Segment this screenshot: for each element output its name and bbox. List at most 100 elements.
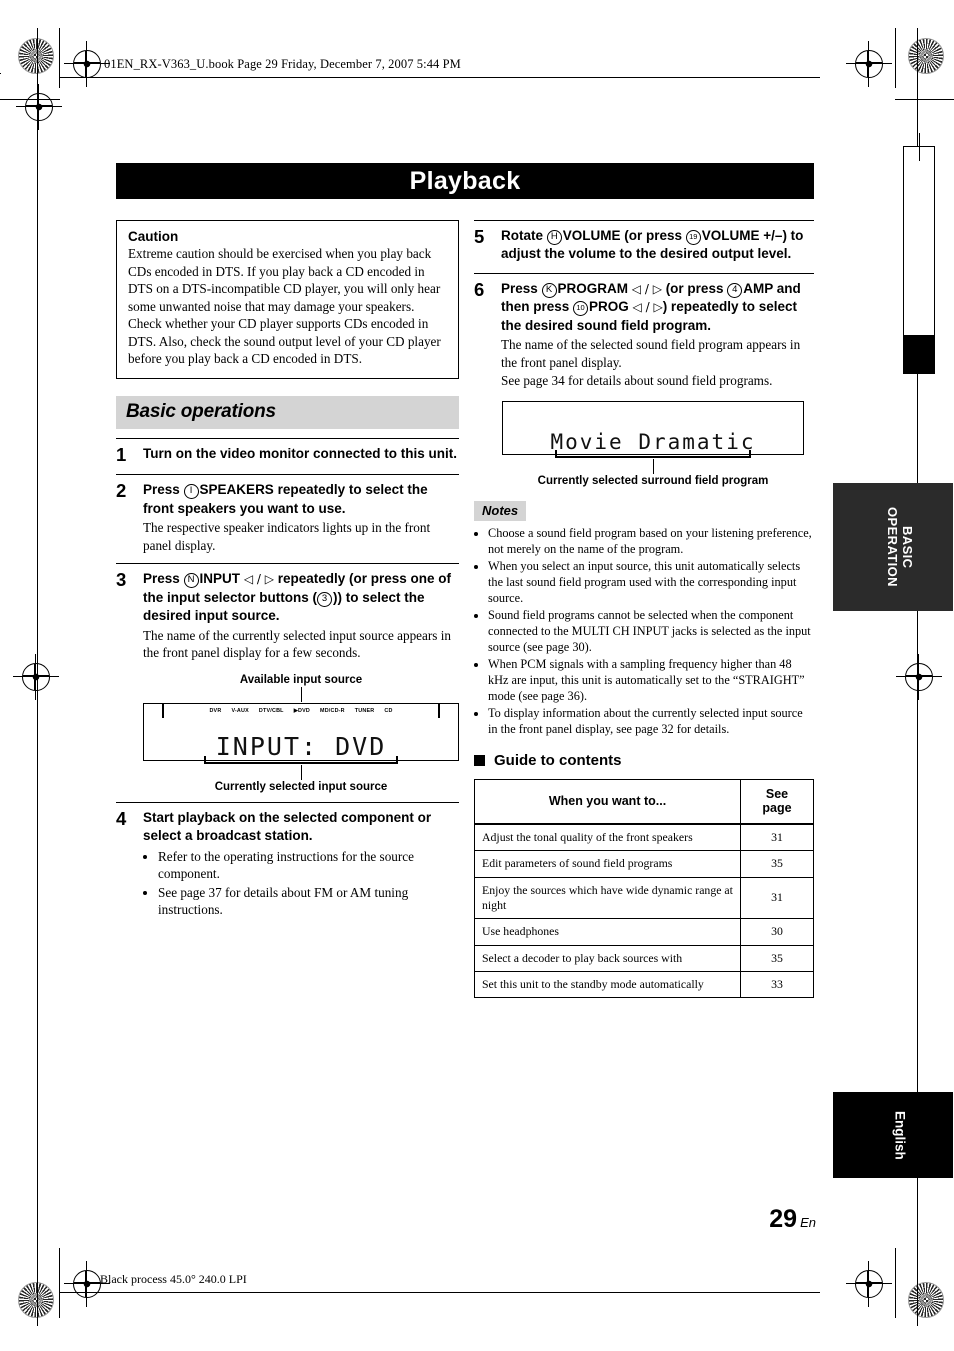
guide-heading-label: Guide to contents: [494, 751, 622, 769]
step-5: 5 Rotate H VOLUME (or press 19 VOLUME +/–)…: [474, 220, 814, 264]
list-item: See page 37 for details about FM or AM t…: [158, 884, 459, 919]
cell-want: Use headphones: [474, 918, 741, 946]
list-item: Sound field programs cannot be selected …: [488, 608, 814, 656]
cursor-arrows-icon: ◁ / ▷: [243, 572, 274, 587]
table-row: Enjoy the sources which have wide dynami…: [474, 876, 814, 920]
crop-line-bottom-left-v: [59, 1248, 60, 1318]
input-source-figure: Available input source DVR V-AUX DTV/CBL ▶D…: [143, 674, 459, 793]
step-1: 1 Turn on the video monitor connected to…: [116, 437, 459, 465]
page-number-suffix: En: [800, 1215, 816, 1230]
caution-heading: Caution: [128, 229, 179, 244]
list-item: When you select an input source, this un…: [488, 559, 814, 607]
halftone-target-top-right: [908, 38, 944, 74]
step-subtext: The name of the currently selected input…: [143, 627, 451, 661]
step-body: Press K PROGRAM ◁ / ▷ (or press 4 AMP and …: [501, 280, 814, 389]
registration-mark-mid-right: [896, 654, 942, 700]
column-header-page: See page: [740, 778, 814, 825]
indicator-tick-left: [162, 703, 164, 718]
page-title-bar: Playback: [116, 163, 814, 199]
step-6: 6 Press K PROGRAM ◁ / ▷ (or press 4 AMP an…: [474, 272, 814, 389]
step-body: Press I SPEAKERS repeatedly to select the…: [143, 481, 459, 554]
figure-leader-line-bottom: [300, 764, 302, 780]
side-tab-english: English: [833, 1092, 953, 1178]
cell-page: 31: [740, 823, 814, 852]
step-heading: Press I SPEAKERS repeatedly to select the…: [143, 482, 428, 516]
step-number: 5: [474, 226, 485, 247]
table-row: Select a decoder to play back sources wi…: [474, 944, 814, 972]
side-tab-basic-operation: BASIC OPERATION: [833, 483, 953, 611]
thumb-index-fill: [904, 335, 934, 373]
step-subtext: The name of the selected sound field pro…: [501, 337, 801, 388]
indicator-label: CD: [384, 707, 393, 714]
page-edge-top: [0, 73, 1, 74]
figure-leader-line: [300, 686, 302, 702]
caution-box: Caution Extreme caution should be exerci…: [116, 220, 459, 379]
page-edge-left: [37, 28, 38, 1326]
crop-line-top-right-v: [895, 28, 896, 88]
cell-want: Set this unit to the standby mode automa…: [474, 970, 741, 999]
step-number: 4: [116, 807, 127, 829]
figure-brace-program: [555, 450, 751, 459]
section-heading-basic-operations: Basic operations: [116, 395, 459, 429]
cell-want: Edit parameters of sound field programs: [474, 850, 741, 878]
indicator-label: V-AUX: [231, 707, 249, 714]
cell-page: 35: [740, 850, 814, 878]
left-column: Caution Extreme caution should be exerci…: [116, 220, 459, 920]
step-bullet-list: Refer to the operating instructions for …: [143, 848, 459, 919]
indicator-tick-right: [438, 703, 440, 718]
halftone-target-bottom-left: [18, 1282, 54, 1318]
table-header: When you want to... See page: [474, 778, 814, 825]
page-title: Playback: [409, 166, 521, 195]
table-header-row: When you want to... See page: [474, 778, 814, 825]
button-ref-circle: K: [541, 282, 557, 298]
step-number: 1: [116, 443, 127, 465]
step-heading: Rotate H VOLUME (or press 19 VOLUME +/–) t…: [501, 228, 804, 262]
button-ref-circle: 10: [573, 301, 589, 317]
column-header-page-line1: See: [765, 786, 789, 801]
guide-to-contents-heading: Guide to contents: [474, 752, 814, 769]
step-4: 4 Start playback on the selected compone…: [116, 801, 459, 920]
step-number: 3: [116, 569, 127, 591]
footer-text: Black process 45.0° 240.0 LPI: [100, 1272, 247, 1286]
notes-list: Choose a sound field program based on yo…: [474, 526, 814, 738]
table-row: Edit parameters of sound field programs 3…: [474, 850, 814, 878]
step-number: 2: [116, 480, 127, 502]
cursor-arrows-icon: ◁ / ▷: [631, 281, 662, 296]
step-heading: Press K PROGRAM ◁ / ▷ (or press 4 AMP and …: [501, 280, 801, 333]
sound-field-program-figure: Movie Dramatic Currently selected surrou…: [502, 401, 804, 487]
file-header-rule: [60, 77, 820, 78]
thumb-index-bar: [903, 133, 935, 374]
registration-mark-top-right: [846, 41, 892, 87]
cell-want: Adjust the tonal quality of the front sp…: [474, 823, 741, 852]
indicator-label: TUNER: [354, 707, 375, 714]
cell-want: Select a decoder to play back sources wi…: [474, 944, 741, 972]
list-item: To display information about the current…: [488, 706, 814, 738]
cursor-arrows-icon: ◁ / ▷: [632, 300, 663, 315]
file-header-line: 01EN_RX-V363_U.book Page 29 Friday, Dece…: [104, 57, 461, 71]
footer-rule: [60, 1292, 820, 1293]
cell-page: 33: [740, 970, 814, 999]
cell-page: 30: [740, 918, 814, 946]
button-ref-circle: I: [183, 484, 199, 500]
button-ref-circle: 19: [685, 230, 701, 245]
notes-tag: Notes: [474, 501, 527, 522]
halftone-target-bottom-right: [908, 1282, 944, 1318]
thumb-index-tick: [919, 133, 920, 161]
cell-page: 31: [740, 876, 814, 920]
column-header-page-line2: page: [762, 800, 792, 815]
step-body: Start playback on the selected component…: [143, 809, 459, 920]
list-item: Refer to the operating instructions for …: [158, 848, 459, 883]
caution-text: Extreme caution should be exercised when…: [128, 246, 441, 367]
indicator-label: DTV/CBL: [258, 707, 284, 714]
table-row: Set this unit to the standby mode automa…: [474, 970, 814, 999]
registration-mark-bottom-left: [64, 1261, 110, 1307]
step-heading: Press N INPUT ◁ / ▷ repeatedly (or press …: [143, 571, 452, 624]
cell-page: 35: [740, 944, 814, 972]
step-heading: Start playback on the selected component…: [143, 809, 432, 844]
crop-line-top-left-h: [0, 99, 60, 100]
step-subtext: The respective speaker indicators lights…: [143, 520, 431, 553]
guide-to-contents-table: When you want to... See page Adjust the …: [474, 778, 814, 999]
input-source-indicator-row: DVR V-AUX DTV/CBL ▶DVD MD/CD-R TUNER CD: [144, 703, 458, 718]
indicator-label: MD/CD-R: [320, 707, 345, 714]
page-number: 29 En: [700, 1205, 816, 1234]
